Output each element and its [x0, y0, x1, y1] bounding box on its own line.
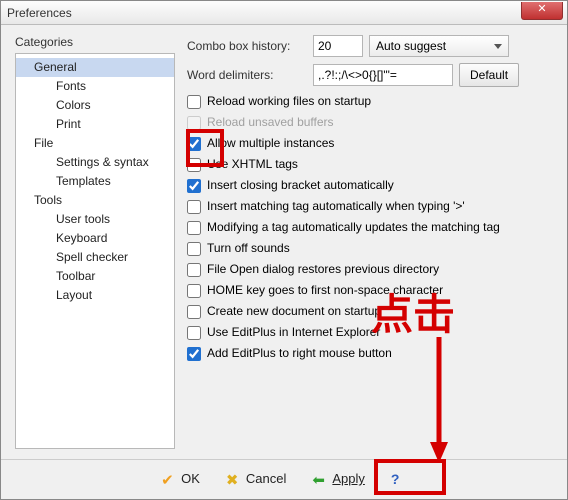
- word-delimiters-label: Word delimiters:: [187, 68, 307, 82]
- cancel-button[interactable]: ✖Cancel: [226, 471, 286, 487]
- close-button[interactable]: ✕: [521, 2, 563, 20]
- tree-item-layout[interactable]: Layout: [16, 286, 174, 305]
- create-new-doc-label: Create new document on startup: [207, 303, 381, 320]
- tree-item-print[interactable]: Print: [16, 115, 174, 134]
- default-button[interactable]: Default: [459, 63, 519, 87]
- category-tree[interactable]: General Fonts Colors Print File Settings…: [15, 53, 175, 449]
- combo-history-input[interactable]: [313, 35, 363, 57]
- allow-multiple-label: Allow multiple instances: [207, 135, 334, 152]
- word-delimiters-input[interactable]: [313, 64, 453, 86]
- help-button[interactable]: ?: [391, 471, 407, 487]
- use-ie-label: Use EditPlus in Internet Explorer: [207, 324, 380, 341]
- tree-item-settings-syntax[interactable]: Settings & syntax: [16, 153, 174, 172]
- use-xhtml-checkbox[interactable]: [187, 158, 201, 172]
- home-key-label: HOME key goes to first non-space charact…: [207, 282, 443, 299]
- file-open-restore-label: File Open dialog restores previous direc…: [207, 261, 439, 278]
- add-rightclick-label: Add EditPlus to right mouse button: [207, 345, 392, 362]
- auto-suggest-dropdown[interactable]: Auto suggest: [369, 35, 509, 57]
- modify-tag-label: Modifying a tag automatically updates th…: [207, 219, 500, 236]
- allow-multiple-checkbox[interactable]: [187, 137, 201, 151]
- tree-item-keyboard[interactable]: Keyboard: [16, 229, 174, 248]
- ok-button[interactable]: ✔OK: [161, 471, 200, 487]
- question-icon: ?: [391, 471, 407, 487]
- titlebar: Preferences ✕: [1, 1, 567, 25]
- preferences-window: Preferences ✕ Categories General Fonts C…: [0, 0, 568, 500]
- tree-item-spell-checker[interactable]: Spell checker: [16, 248, 174, 267]
- tree-item-file[interactable]: File: [16, 134, 174, 153]
- add-rightclick-checkbox[interactable]: [187, 347, 201, 361]
- insert-matching-checkbox[interactable]: [187, 200, 201, 214]
- tree-item-toolbar[interactable]: Toolbar: [16, 267, 174, 286]
- reload-working-checkbox[interactable]: [187, 95, 201, 109]
- file-open-restore-checkbox[interactable]: [187, 263, 201, 277]
- reload-unsaved-checkbox: [187, 116, 201, 130]
- turn-off-sounds-label: Turn off sounds: [207, 240, 290, 257]
- tree-item-user-tools[interactable]: User tools: [16, 210, 174, 229]
- reload-unsaved-label: Reload unsaved buffers: [207, 114, 334, 131]
- create-new-doc-checkbox[interactable]: [187, 305, 201, 319]
- check-icon: ✔: [161, 471, 177, 487]
- apply-button[interactable]: ⬅Apply: [312, 471, 365, 487]
- use-xhtml-label: Use XHTML tags: [207, 156, 298, 173]
- insert-matching-label: Insert matching tag automatically when t…: [207, 198, 465, 215]
- tree-item-fonts[interactable]: Fonts: [16, 77, 174, 96]
- window-title: Preferences: [7, 6, 72, 20]
- categories-label: Categories: [15, 35, 175, 49]
- categories-panel: Categories General Fonts Colors Print Fi…: [15, 35, 175, 447]
- cross-icon: ✖: [226, 471, 242, 487]
- reload-working-label: Reload working files on startup: [207, 93, 371, 110]
- insert-closing-checkbox[interactable]: [187, 179, 201, 193]
- tree-item-colors[interactable]: Colors: [16, 96, 174, 115]
- arrow-left-icon: ⬅: [312, 471, 328, 487]
- insert-closing-label: Insert closing bracket automatically: [207, 177, 394, 194]
- dialog-buttons: ✔OK ✖Cancel ⬅Apply ?: [1, 459, 567, 493]
- tree-item-tools[interactable]: Tools: [16, 191, 174, 210]
- home-key-checkbox[interactable]: [187, 284, 201, 298]
- combo-history-label: Combo box history:: [187, 39, 307, 53]
- use-ie-checkbox[interactable]: [187, 326, 201, 340]
- tree-item-general[interactable]: General: [16, 58, 174, 77]
- modify-tag-checkbox[interactable]: [187, 221, 201, 235]
- tree-item-templates[interactable]: Templates: [16, 172, 174, 191]
- turn-off-sounds-checkbox[interactable]: [187, 242, 201, 256]
- settings-panel: Combo box history: Auto suggest Word del…: [175, 35, 555, 447]
